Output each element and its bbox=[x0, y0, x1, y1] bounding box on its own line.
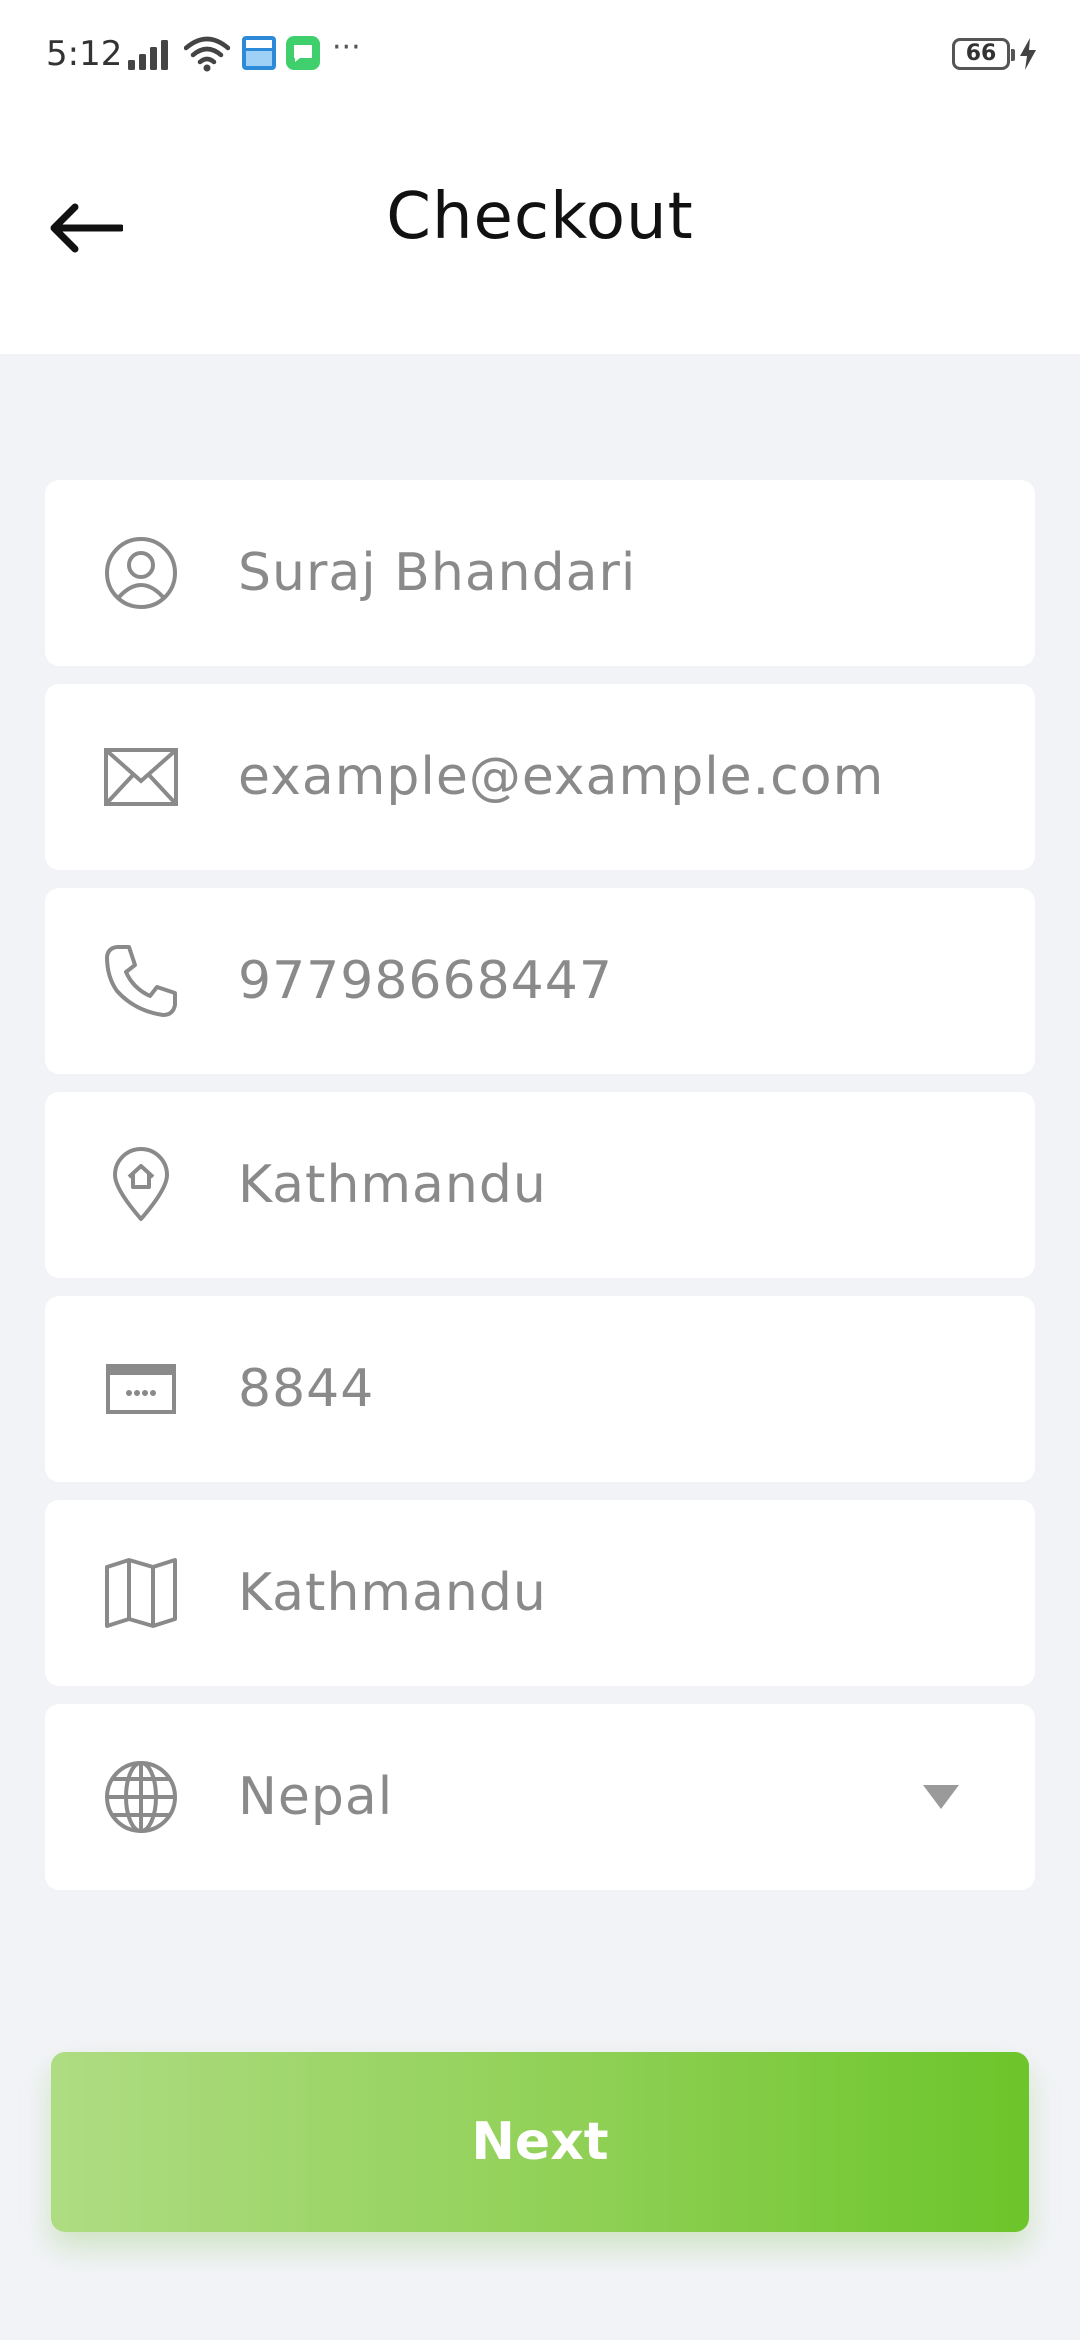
address-value[interactable]: Kathmandu bbox=[238, 1155, 978, 1215]
phone-field[interactable]: 97798668447 bbox=[45, 888, 1035, 1074]
country-value[interactable]: Nepal bbox=[238, 1767, 978, 1827]
more-notifications: ··· bbox=[332, 30, 361, 65]
top-bar: 5:12 ··· 66 Checkout bbox=[0, 0, 1080, 354]
address-field[interactable]: Kathmandu bbox=[45, 1092, 1035, 1278]
status-time: 5:12 bbox=[46, 34, 123, 74]
page-title: Checkout bbox=[386, 180, 694, 254]
postal-card-icon bbox=[101, 1349, 181, 1429]
next-button[interactable]: Next bbox=[51, 2052, 1029, 2232]
postal-code-field[interactable]: 8844 bbox=[45, 1296, 1035, 1482]
map-icon bbox=[101, 1553, 181, 1633]
envelope-icon bbox=[101, 737, 181, 817]
name-value[interactable]: Suraj Bhandari bbox=[238, 543, 978, 603]
postal-code-value[interactable]: 8844 bbox=[238, 1359, 978, 1419]
name-field[interactable]: Suraj Bhandari bbox=[45, 480, 1035, 666]
user-circle-icon bbox=[101, 533, 181, 613]
city-field[interactable]: Kathmandu bbox=[45, 1500, 1035, 1686]
home-location-icon bbox=[101, 1145, 181, 1225]
status-bar: 5:12 ··· 66 bbox=[0, 0, 1080, 110]
email-field[interactable]: example@example.com bbox=[45, 684, 1035, 870]
checkout-form: Suraj Bhandari example@example.com 97798… bbox=[45, 480, 1035, 1908]
wifi-icon bbox=[184, 36, 230, 72]
message-app-icon bbox=[286, 36, 320, 70]
chevron-down-icon[interactable] bbox=[923, 1785, 959, 1809]
phone-value[interactable]: 97798668447 bbox=[238, 951, 978, 1011]
news-app-icon bbox=[242, 36, 276, 70]
email-value[interactable]: example@example.com bbox=[238, 747, 978, 807]
signal-icon bbox=[128, 40, 168, 70]
phone-icon bbox=[101, 941, 181, 1021]
city-value[interactable]: Kathmandu bbox=[238, 1563, 978, 1623]
globe-icon bbox=[101, 1757, 181, 1837]
battery-indicator: 66 bbox=[952, 38, 1015, 70]
charging-bolt-icon bbox=[1020, 38, 1036, 70]
country-select[interactable]: Nepal bbox=[45, 1704, 1035, 1890]
